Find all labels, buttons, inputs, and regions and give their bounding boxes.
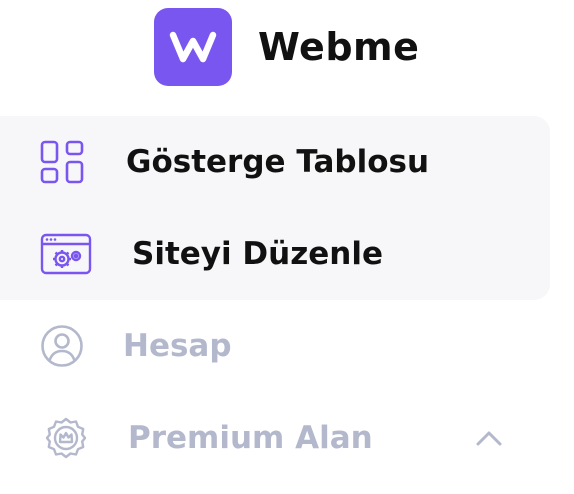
menu-item-premium[interactable]: Premium Alan — [0, 392, 550, 484]
chevron-up-icon[interactable] — [472, 416, 506, 460]
user-icon — [40, 300, 84, 392]
brand-name: Webme — [258, 25, 420, 69]
menu-item-account[interactable]: Hesap — [0, 300, 550, 392]
menu-item-dashboard[interactable]: Gösterge Tablosu — [0, 116, 550, 208]
sidebar: Webme Gösterge Tablosu Siteyi Düzenle He… — [0, 0, 574, 494]
dashboard-grid-icon — [38, 116, 86, 208]
brand-header[interactable]: Webme — [154, 8, 419, 86]
menu-item-edit-site[interactable]: Siteyi Düzenle — [0, 208, 550, 300]
menu-item-label: Premium Alan — [128, 420, 373, 456]
menu-item-label: Siteyi Düzenle — [132, 236, 384, 272]
premium-badge-icon — [44, 392, 88, 484]
menu-item-label: Hesap — [123, 328, 232, 364]
webme-logo-icon — [154, 8, 232, 86]
menu-item-label: Gösterge Tablosu — [126, 144, 430, 180]
browser-settings-icon — [40, 208, 92, 300]
